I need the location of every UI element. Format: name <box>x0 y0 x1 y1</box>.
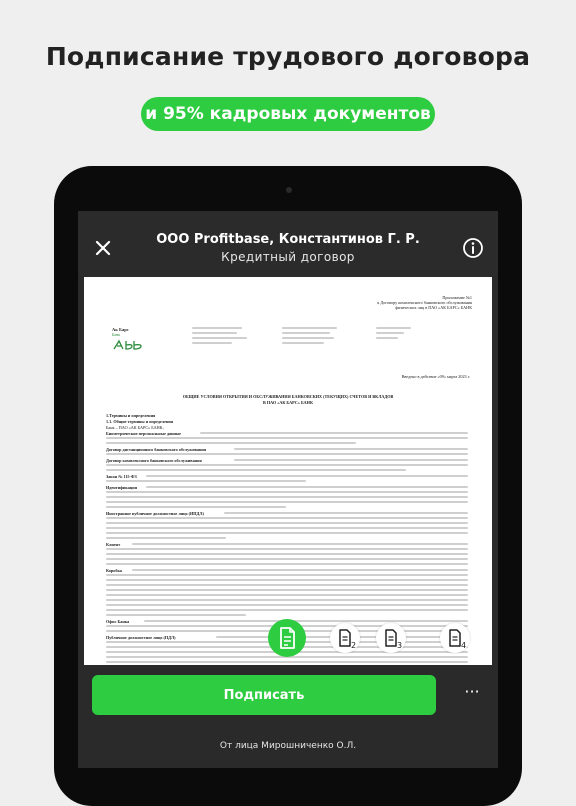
header-text-line <box>376 337 398 339</box>
header-text-line <box>376 332 404 334</box>
document-owner-title: ООО Profitbase, Константинов Г. Р. <box>156 232 420 247</box>
document-sign-icon[interactable] <box>268 619 306 657</box>
paragraph-line <box>132 569 468 571</box>
paragraph-line <box>106 501 468 503</box>
paragraph-line <box>106 491 468 493</box>
header-text-line <box>282 327 337 329</box>
paragraph-line <box>132 543 468 545</box>
paragraph-line <box>106 599 468 601</box>
paragraph-line <box>106 453 468 455</box>
header-text-line <box>376 327 411 329</box>
more-options-icon[interactable]: ··· <box>460 684 484 705</box>
paragraph-line <box>106 522 468 524</box>
document-switcher: 2 3 4 <box>78 613 498 665</box>
document-icon[interactable]: 2 <box>330 623 360 653</box>
app-bar: ООО Profitbase, Константинов Г. Р. Креди… <box>78 211 498 277</box>
paragraph-line <box>106 532 468 534</box>
close-icon[interactable] <box>92 237 114 259</box>
paragraph-line <box>106 527 468 529</box>
tablet-camera <box>286 187 292 193</box>
bottom-panel: Подписать ··· От лица Мирошниченко О.Л. <box>78 665 498 768</box>
promo-pill: и 95% кадровых документов <box>141 97 435 131</box>
doc-term-remote: Договор дистанционного банковского обслу… <box>106 447 207 452</box>
paragraph-line <box>146 486 468 488</box>
doc-appendix-line3: физических лиц в ПАО «АК БАРС» БАНК <box>395 305 472 310</box>
doc-section: 1.Термины и определения <box>106 413 156 418</box>
document-badge: 3 <box>397 641 403 650</box>
paragraph-line <box>106 442 356 444</box>
paragraph-line <box>234 448 468 450</box>
doc-heading-line2: В ПАО «АК БАРС» БАНК <box>263 400 313 405</box>
document-icon[interactable]: 4 <box>440 623 470 653</box>
paragraph-line <box>146 475 468 477</box>
document-type-subtitle: Кредитный договор <box>221 250 355 264</box>
paragraph-line <box>106 609 468 611</box>
paragraph-line <box>106 469 406 471</box>
paragraph-line <box>106 558 468 560</box>
doc-term-law: Закон № 115-ФЗ <box>106 474 137 479</box>
doc-term-box: Коробка <box>106 568 122 573</box>
paragraph-line <box>106 574 468 576</box>
header-text-line <box>192 337 247 339</box>
bank-logo-subtext: Банк <box>112 332 121 337</box>
sign-button[interactable]: Подписать <box>92 675 436 715</box>
doc-effective-date: Введено в действие «09» марта 2023 г. <box>401 374 470 379</box>
info-icon[interactable] <box>462 237 484 259</box>
paragraph-line <box>106 437 468 439</box>
paragraph-line <box>200 432 468 434</box>
bank-logo-icon <box>113 339 142 350</box>
paragraph-line <box>106 604 468 606</box>
doc-term-complex: Договор комплексного банковского обслужи… <box>106 458 202 463</box>
header-text-line <box>192 342 232 344</box>
app-screen: ООО Profitbase, Константинов Г. Р. Креди… <box>78 211 498 768</box>
paragraph-line <box>106 594 468 596</box>
signer-caption: От лица Мирошниченко О.Л. <box>219 741 357 751</box>
paragraph-line <box>106 584 468 586</box>
header-text-line <box>192 332 237 334</box>
paragraph-line <box>106 480 306 482</box>
promo-headline: Подписание трудового договора <box>45 42 531 71</box>
paragraph-line <box>106 563 468 565</box>
paragraph-line <box>106 589 468 591</box>
paragraph-line <box>224 512 468 514</box>
document-badge: 4 <box>461 641 467 650</box>
doc-term-client: Клиент <box>106 542 121 547</box>
doc-term-ident: Идентификация <box>106 485 137 490</box>
paragraph-line <box>106 537 226 539</box>
header-text-line <box>192 327 242 329</box>
paragraph-line <box>106 506 286 508</box>
paragraph-line <box>106 553 468 555</box>
document-icon[interactable]: 3 <box>376 623 406 653</box>
paragraph-line <box>106 496 468 498</box>
paragraph-line <box>106 464 468 466</box>
doc-heading: ОБЩИЕ УСЛОВИЯ ОТКРЫТИЯ И ОБСЛУЖИВАНИЯ БА… <box>182 394 394 399</box>
doc-term-bio: Биометрические персональные данные <box>106 431 182 436</box>
document-badge: 2 <box>351 641 357 650</box>
doc-term-foreign: Иностранное публичное должностное лицо (… <box>106 511 204 516</box>
doc-term-bank: Банк – ПАО «АК БАРС» БАНК; <box>106 425 164 430</box>
paragraph-line <box>234 459 468 461</box>
header-text-line <box>282 337 334 339</box>
paragraph-line <box>106 517 468 519</box>
paragraph-line <box>106 548 468 550</box>
header-text-line <box>282 332 330 334</box>
header-text-line <box>282 342 324 344</box>
doc-subsection: 1.1. Общие термины и определения <box>106 419 174 424</box>
paragraph-line <box>106 579 468 581</box>
